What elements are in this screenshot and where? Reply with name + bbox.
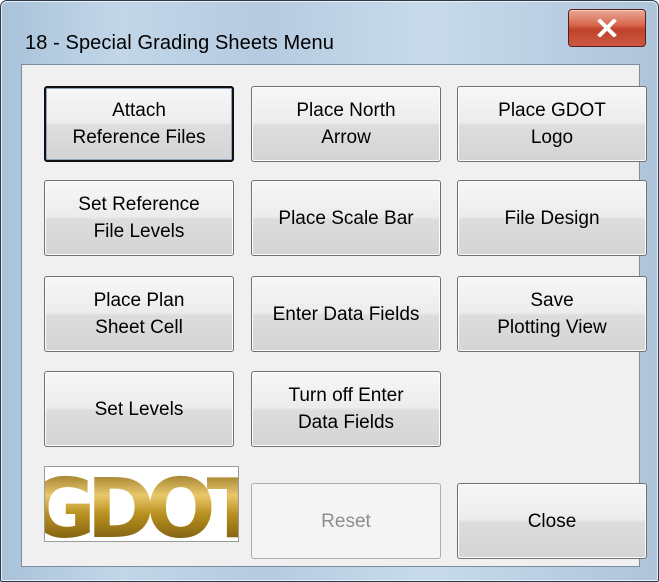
svg-text:GDOT: GDOT — [45, 467, 238, 541]
place-north-arrow-button[interactable]: Place North Arrow — [251, 86, 441, 162]
reset-button[interactable]: Reset — [251, 483, 441, 559]
set-levels-button[interactable]: Set Levels — [44, 371, 234, 447]
dialog-window: 18 - Special Grading Sheets Menu Attach … — [0, 0, 659, 582]
gdot-logo: GDOT — [44, 466, 239, 542]
set-reference-file-levels-button[interactable]: Set Reference File Levels — [44, 180, 234, 256]
file-design-button[interactable]: File Design — [457, 180, 647, 256]
gdot-logo-image: GDOT — [45, 467, 238, 541]
enter-data-fields-button[interactable]: Enter Data Fields — [251, 276, 441, 352]
window-close-button[interactable] — [568, 9, 646, 47]
place-scale-bar-button[interactable]: Place Scale Bar — [251, 180, 441, 256]
window-title: 18 - Special Grading Sheets Menu — [25, 32, 334, 54]
save-plotting-view-button[interactable]: Save Plotting View — [457, 276, 647, 352]
close-button[interactable]: Close — [457, 483, 647, 559]
place-gdot-logo-button[interactable]: Place GDOT Logo — [457, 86, 647, 162]
button-panel: Attach Reference Files Place North Arrow… — [21, 64, 647, 567]
place-plan-sheet-cell-button[interactable]: Place Plan Sheet Cell — [44, 276, 234, 352]
turn-off-enter-data-fields-button[interactable]: Turn off Enter Data Fields — [251, 371, 441, 447]
close-icon — [597, 19, 617, 37]
attach-reference-files-button[interactable]: Attach Reference Files — [44, 86, 234, 162]
title-bar[interactable]: 18 - Special Grading Sheets Menu — [1, 1, 658, 63]
